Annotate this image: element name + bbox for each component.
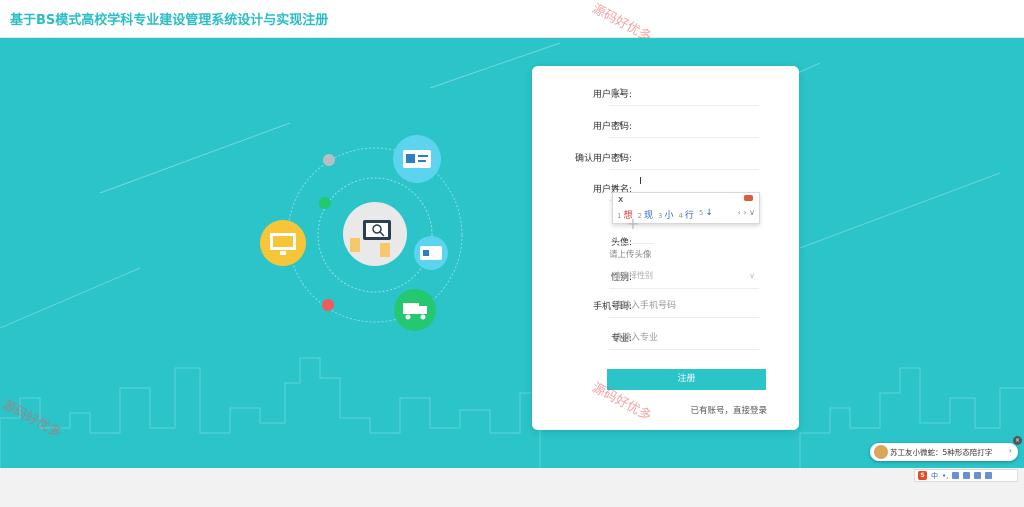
- password-row: 用户密码: ••: [532, 112, 799, 140]
- sogou-logo-icon[interactable]: S: [918, 471, 927, 480]
- confirm-password-row: 确认用户密码: ••: [532, 144, 799, 172]
- phone-input[interactable]: 请输入手机号码: [609, 292, 759, 318]
- confirm-password-input[interactable]: ••: [609, 144, 759, 170]
- notification-text: 苏工友小微蛇：5种形态陪打字: [890, 448, 993, 457]
- password-input[interactable]: ••: [609, 112, 759, 138]
- hero-background: 源码好优多: [0, 38, 1024, 468]
- toolbox-icon[interactable]: [985, 472, 993, 479]
- phone-row: 手机号码: 请输入手机号码: [532, 292, 799, 320]
- orbit-icons: [260, 135, 448, 331]
- avatar-upload-button[interactable]: +: [612, 214, 654, 244]
- punctuation-toggle[interactable]: •,: [942, 472, 948, 480]
- avatar-upload-hint: 请上传头像: [609, 250, 652, 260]
- close-icon[interactable]: ×: [1013, 436, 1022, 445]
- avatar-row: 头像:: [532, 228, 799, 256]
- notification-toast[interactable]: 苏工友小微蛇：5种形态陪打字 ›: [870, 443, 1018, 461]
- account-input[interactable]: 11: [609, 80, 759, 106]
- ime-language-toggle[interactable]: 中: [931, 471, 938, 481]
- ime-candidate[interactable]: 3小: [658, 208, 673, 221]
- chevron-down-icon: ∨: [749, 271, 755, 280]
- account-row: 用户账号: 11: [532, 80, 799, 108]
- ime-page-nav[interactable]: ‹ › ∨: [738, 208, 755, 217]
- login-link[interactable]: 已有账号，直接登录: [690, 404, 767, 416]
- ime-typed-text: x: [618, 195, 624, 205]
- skin-icon[interactable]: [974, 472, 982, 479]
- microphone-icon[interactable]: [952, 472, 960, 479]
- register-button[interactable]: 注册: [607, 369, 766, 390]
- ime-logo-icon: [744, 195, 753, 201]
- register-card: 用户账号: 11 用户密码: •• 确认用户密码: •• 用户姓名: x I x…: [532, 66, 799, 430]
- major-row: 专业: 请输入专业: [532, 324, 799, 352]
- major-input[interactable]: 请输入专业: [609, 324, 759, 350]
- top-bar: 基于BS模式高校学科专业建设管理系统设计与实现注册 源码好优多: [0, 0, 1024, 45]
- mascot-icon: [874, 445, 888, 459]
- text-cursor-icon: I: [639, 176, 642, 187]
- background-illustration: [0, 42, 1024, 468]
- page-title: 基于BS模式高校学科专业建设管理系统设计与实现注册: [10, 13, 329, 28]
- ime-candidate[interactable]: 5 ↓: [699, 208, 713, 221]
- chevron-right-icon[interactable]: ›: [1009, 446, 1012, 455]
- gender-row: 性别: 请选择性别 ∨: [532, 263, 799, 291]
- card-icon: [420, 246, 442, 260]
- ime-toolbar[interactable]: S 中 •,: [914, 469, 1018, 482]
- keyboard-icon[interactable]: [963, 472, 971, 479]
- gender-select-placeholder: 请选择性别: [613, 271, 653, 280]
- ime-candidate[interactable]: 4行: [678, 208, 693, 221]
- id-card-icon: [403, 150, 431, 168]
- plus-icon: +: [626, 214, 640, 233]
- gender-select[interactable]: 请选择性别 ∨: [609, 263, 759, 289]
